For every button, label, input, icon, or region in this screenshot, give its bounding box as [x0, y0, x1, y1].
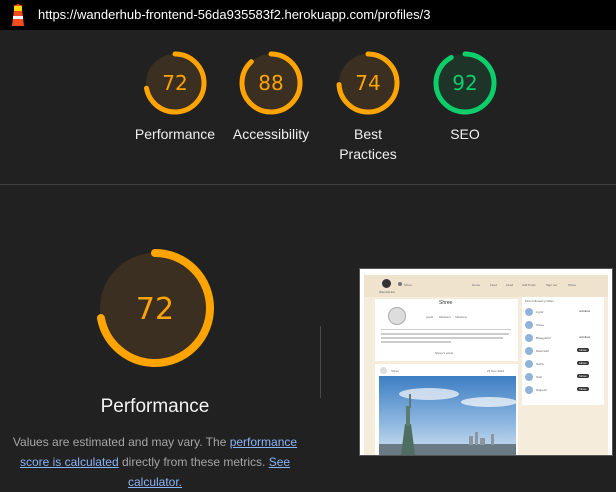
thumb-main: Shree posts followers following Shree's …	[364, 297, 608, 455]
lighthouse-icon	[12, 4, 24, 26]
thumb-nav-profile: Shree	[568, 283, 577, 287]
thumb-avatar	[525, 347, 533, 355]
thumb-popular-name: Rasma42	[536, 349, 549, 353]
vertical-divider	[320, 326, 321, 398]
thumb-navbar: WanderHub Shree Home Feed Liked Add Post…	[364, 275, 608, 297]
thumb-popular-row: Bhagyashri unfollow	[525, 332, 601, 345]
thumb-popular-profiles: Most followed profiles ingrid unfollow Shr…	[522, 297, 604, 405]
thumb-popular-row: Rajnesh follow	[525, 384, 601, 397]
gauge-score: 72	[162, 71, 187, 95]
thumb-popular-row: Shree	[525, 319, 601, 332]
thumb-nav-home: Home	[472, 283, 481, 287]
thumb-avatar	[525, 373, 533, 381]
desc-text: Values are estimated and may vary. The	[12, 435, 230, 449]
section-divider	[0, 184, 616, 185]
gauge-seo[interactable]: 92 SEO	[410, 50, 520, 144]
thumb-stat-following: following	[455, 315, 467, 319]
thumb-post-photo	[379, 376, 516, 455]
gauge-label: Accessibility	[232, 126, 310, 142]
thumb-follow-button: unfollow	[577, 309, 593, 313]
gauge-score: 92	[452, 71, 477, 95]
desc-text-2: directly from these metrics.	[118, 455, 269, 469]
gauge-ring: 72	[143, 51, 207, 115]
thumb-nav-liked: Liked	[506, 283, 514, 287]
thumb-popular-name: ingrid	[536, 310, 544, 314]
thumb-nav-signout: Sign out	[546, 283, 558, 287]
thumb-popular-name: Nisha	[536, 362, 544, 366]
thumb-profile-card: Shree posts followers following Shree's …	[375, 299, 518, 361]
thumb-avatar	[525, 308, 533, 316]
thumb-posts-button: Shree's posts	[435, 351, 454, 355]
gauge-accessibility[interactable]: 88 Accessibility	[216, 50, 326, 144]
thumb-avatar	[525, 334, 533, 342]
thumb-follow-button: follow	[577, 361, 589, 365]
thumb-username: Shree	[404, 283, 413, 287]
gauge-label: SEO	[450, 126, 480, 142]
thumb-post-date: 23 Dec 2023	[487, 369, 505, 373]
gauge-best-practices[interactable]: 74 Best Practices	[313, 50, 423, 164]
gauge-score: 74	[355, 71, 380, 95]
gauge-score: 88	[258, 71, 283, 95]
thumb-follow-button: follow	[577, 348, 589, 352]
thumb-popular-name: Rajnesh	[536, 388, 548, 392]
thumb-popular-row: Rasma42 follow	[525, 345, 601, 358]
gauge-label: Best Practices	[339, 126, 397, 162]
thumb-avatar	[525, 360, 533, 368]
thumb-popular-row: Nisha follow	[525, 358, 601, 371]
thumb-follow-button: follow	[577, 387, 589, 391]
thumb-avatar	[525, 321, 533, 329]
final-screenshot[interactable]: WanderHub Shree Home Feed Liked Add Post…	[359, 268, 613, 456]
gauge-label: Performance	[134, 126, 216, 142]
thumb-nav-add: Add Posts	[522, 283, 536, 287]
thumb-follow-button: unfollow	[577, 335, 593, 339]
page-url[interactable]: https://wanderhub-frontend-56da935583f2.…	[38, 7, 430, 22]
thumb-stat-followers: followers	[439, 315, 451, 319]
gauge-ring: 74	[336, 51, 400, 115]
thumb-popular-name: Shree	[536, 323, 545, 327]
thumb-popular-name: Bhagyashri	[536, 336, 552, 340]
thumb-profile-name: Shree	[439, 300, 453, 306]
thumb-post-author: Shree	[391, 369, 400, 373]
thumb-popular-row: Sudi follow	[525, 371, 601, 384]
thumb-nav-feed: Feed	[490, 283, 497, 287]
thumb-brand: WanderHub	[379, 290, 395, 294]
thumb-stat-posts: posts	[426, 315, 434, 319]
top-bar: https://wanderhub-frontend-56da935583f2.…	[0, 0, 616, 30]
performance-gauge-large: 72	[96, 249, 214, 367]
thumb-avatar	[525, 386, 533, 394]
performance-heading: Performance	[100, 396, 210, 417]
thumb-popular-row: ingrid unfollow	[525, 306, 601, 319]
thumb-post-card: Shree 23 Dec 2023	[375, 364, 518, 455]
thumb-popular-title: Most followed profiles	[525, 299, 554, 303]
gauge-ring: 92	[433, 51, 497, 115]
thumb-follow-button: follow	[577, 374, 589, 378]
performance-score-large: 72	[136, 292, 174, 327]
performance-description: Values are estimated and may vary. The p…	[8, 432, 302, 492]
gauge-ring: 88	[239, 51, 303, 115]
gauge-performance[interactable]: 72 Performance	[120, 50, 230, 144]
thumb-popular-name: Sudi	[536, 375, 543, 379]
